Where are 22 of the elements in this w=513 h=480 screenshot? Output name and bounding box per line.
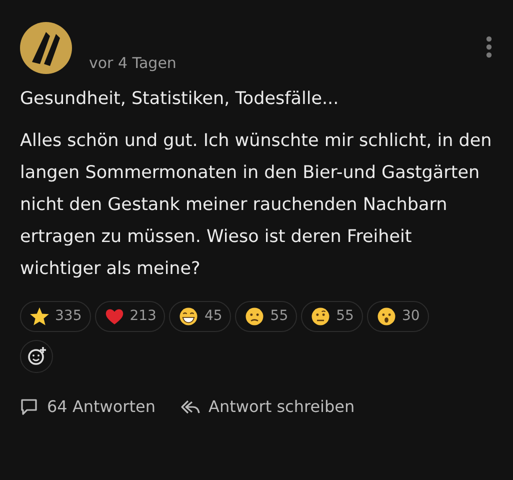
replies-link[interactable]: 64 Antworten [20, 394, 156, 418]
post-title: Gesundheit, Statistiken, Todesfälle... [20, 88, 340, 110]
reaction-button[interactable]: 30 [366, 300, 429, 332]
raised-eyebrow-face-icon [310, 306, 332, 326]
post-body: Alles schön und gut. Ich wünschte mir schlicht, in den langen Sommermonaten in den Bier-und Gastgärten nicht den Gestank meiner rauchenden Nachbarn ertragen zu müssen. Wieso ist deren Freiheit wichtiger als meine? [20, 130, 493, 280]
add-reaction-button[interactable] [20, 340, 53, 372]
post-time: vor 4 Tagen [89, 53, 176, 74]
reaction-button[interactable]: 213 [94, 300, 166, 332]
avatar[interactable] [20, 22, 72, 74]
surprised-face-icon [376, 306, 397, 326]
grinning-face-icon [178, 306, 200, 326]
more-options-icon[interactable] [485, 36, 493, 58]
smiley-plus-icon [26, 346, 46, 366]
write-reply-button[interactable]: Antwort schreiben [180, 394, 355, 418]
reaction-button[interactable]: 45 [169, 300, 232, 332]
reply-arrow-icon [180, 398, 200, 414]
reaction-button[interactable]: 55 [301, 300, 363, 332]
star-icon [29, 306, 50, 326]
frowning-face-icon [244, 306, 266, 326]
reaction-button[interactable]: 335 [20, 300, 91, 332]
speech-bubble-icon [20, 398, 38, 416]
reaction-button[interactable]: 55 [235, 300, 298, 332]
